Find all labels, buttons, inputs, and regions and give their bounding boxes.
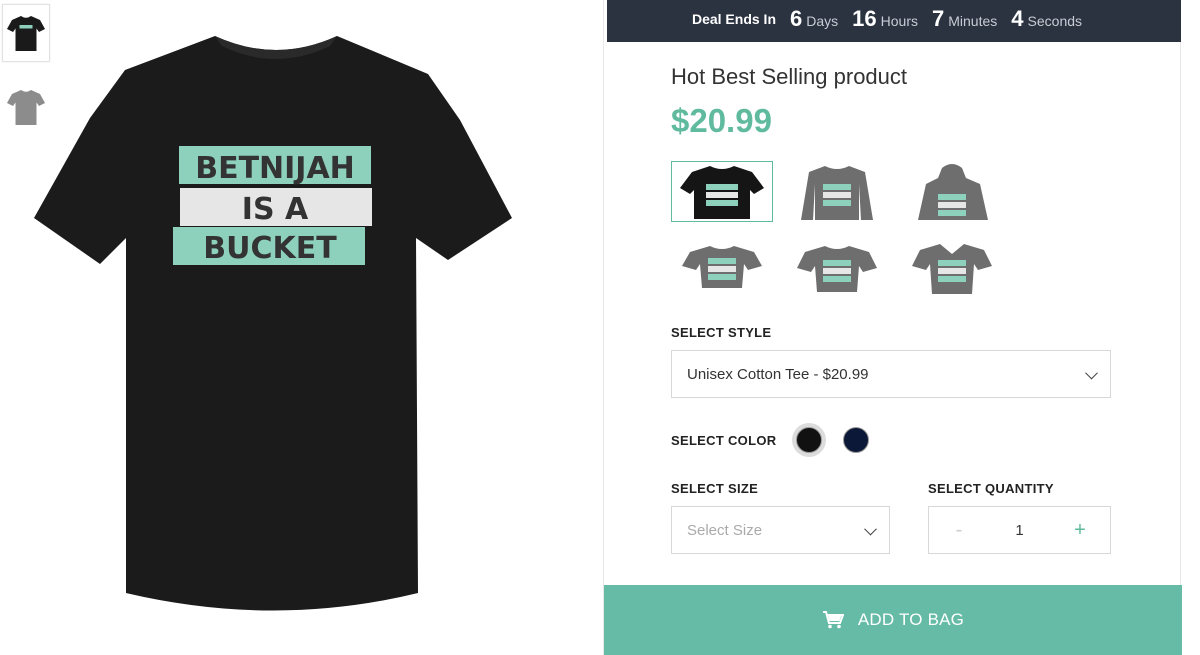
style-select[interactable]: Unisex Cotton Tee - $20.99 bbox=[671, 350, 1111, 398]
quantity-increase-button[interactable]: + bbox=[1070, 519, 1090, 542]
style-option-vneck-tee[interactable] bbox=[901, 237, 1003, 298]
add-to-bag-label: ADD TO BAG bbox=[857, 610, 965, 629]
countdown-minutes-unit: Minutes bbox=[948, 13, 998, 29]
color-swatch-navy[interactable] bbox=[839, 423, 873, 457]
style-option-black-tee[interactable] bbox=[671, 161, 773, 222]
design-line-3: BUCKET bbox=[203, 231, 337, 266]
countdown-hours: 16 bbox=[852, 6, 877, 31]
product-price: $20.99 bbox=[671, 102, 772, 139]
cart-icon bbox=[822, 611, 844, 629]
countdown-hours-unit: Hours bbox=[880, 13, 918, 29]
select-color-label: SELECT COLOR bbox=[671, 433, 777, 448]
countdown-days: 6 bbox=[790, 6, 803, 31]
design-line-1: BETNIJAH bbox=[195, 151, 355, 186]
color-swatch-black[interactable] bbox=[792, 423, 826, 457]
style-options bbox=[671, 161, 1121, 313]
countdown-minutes: 7 bbox=[932, 6, 945, 31]
product-main-image: BETNIJAH IS A BUCKET bbox=[30, 28, 518, 620]
add-to-bag-button[interactable]: ADD TO BAG bbox=[604, 585, 1182, 655]
style-option-ladies-tee[interactable] bbox=[786, 237, 888, 298]
product-title: Hot Best Selling product bbox=[671, 64, 908, 89]
design-line-2: IS A bbox=[242, 192, 309, 227]
size-select[interactable]: Select Size bbox=[671, 506, 890, 554]
navy-swatch bbox=[843, 427, 869, 453]
black-tee-icon bbox=[680, 165, 764, 219]
select-size-label: SELECT SIZE bbox=[671, 481, 759, 496]
select-quantity-label: SELECT QUANTITY bbox=[928, 481, 1054, 496]
hoodie-icon bbox=[918, 163, 988, 220]
chevron-down-icon bbox=[864, 522, 877, 536]
countdown-days-unit: Days bbox=[806, 13, 839, 29]
countdown-seconds-unit: Seconds bbox=[1027, 13, 1083, 29]
deal-label: Deal Ends In bbox=[691, 11, 776, 27]
select-style-label: SELECT STYLE bbox=[671, 325, 772, 340]
style-select-value: Unisex Cotton Tee - $20.99 bbox=[687, 365, 869, 383]
quantity-stepper: - 1 + bbox=[928, 506, 1111, 554]
deal-countdown-bar: Deal Ends In 6 Days 16 Hours 7 Minutes 4… bbox=[607, 0, 1181, 42]
size-select-placeholder: Select Size bbox=[687, 521, 763, 539]
product-panel: Deal Ends In 6 Days 16 Hours 7 Minutes 4… bbox=[603, 0, 1182, 655]
ladies-tee-icon bbox=[797, 245, 877, 292]
vneck-tee-icon bbox=[912, 243, 992, 294]
womens-tee-icon bbox=[682, 245, 762, 288]
quantity-decrease-button[interactable]: - bbox=[949, 519, 969, 542]
quantity-value[interactable]: 1 bbox=[1015, 522, 1023, 539]
style-option-womens-tee[interactable] bbox=[671, 237, 773, 298]
countdown-seconds: 4 bbox=[1011, 6, 1024, 31]
long-sleeve-icon bbox=[801, 165, 873, 220]
style-option-longsleeve[interactable] bbox=[786, 161, 888, 222]
chevron-down-icon bbox=[1085, 366, 1098, 380]
style-option-hoodie[interactable] bbox=[901, 161, 1003, 222]
black-swatch bbox=[796, 427, 822, 453]
